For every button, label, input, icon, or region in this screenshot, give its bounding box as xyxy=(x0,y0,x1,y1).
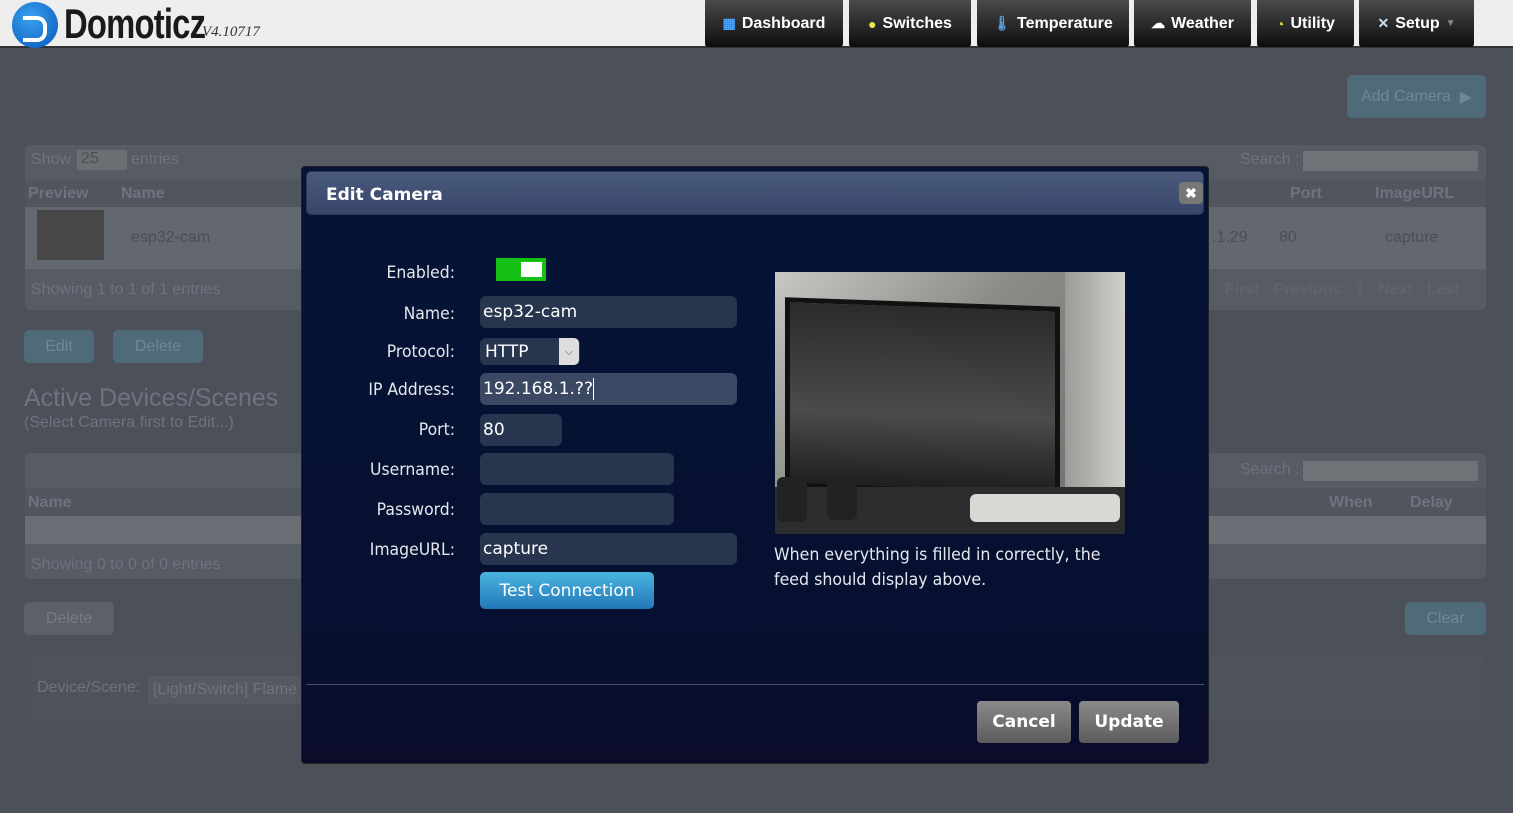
column-when[interactable]: When xyxy=(1329,494,1373,512)
page-next[interactable]: Next xyxy=(1378,281,1413,299)
nav-setup[interactable]: ✕ Setup ▼ xyxy=(1359,0,1474,47)
search-label-2: Search : xyxy=(1240,461,1300,478)
domoticz-logo-icon xyxy=(12,2,58,48)
nav-dashboard[interactable]: ▦ Dashboard xyxy=(705,0,843,47)
name-label: Name: xyxy=(403,304,455,324)
nav-weather[interactable]: ☁ Weather xyxy=(1134,0,1251,47)
imageurl-input[interactable]: capture xyxy=(480,533,737,565)
nav-label: Setup xyxy=(1395,14,1440,32)
device-scene-select[interactable]: [Light/Switch] Flame xyxy=(148,676,308,704)
dialog-title: Edit Camera xyxy=(326,185,443,205)
page-last[interactable]: Last xyxy=(1427,281,1460,299)
nav-switches[interactable]: ● Switches xyxy=(849,0,971,47)
tools-icon: ✕ xyxy=(1377,15,1390,31)
username-label: Username: xyxy=(370,460,455,480)
show-label: Show xyxy=(31,151,72,168)
column-name-2[interactable]: Name xyxy=(28,494,72,512)
section-title: Active Devices/Scenes xyxy=(24,384,279,412)
delete-camera-button[interactable]: Delete xyxy=(113,330,203,363)
password-label: Password: xyxy=(376,500,455,520)
cancel-button[interactable]: Cancel xyxy=(977,701,1071,743)
footer-divider xyxy=(306,684,1204,685)
thermometer-icon: 🌡 xyxy=(993,15,1012,31)
feed-caption: When everything is filled in correctly, … xyxy=(774,545,1101,590)
dialog-titlebar[interactable]: Edit Camera ✖ xyxy=(306,171,1204,215)
input-value: 192.168.1.?? xyxy=(483,379,593,399)
device-scene-label: Device/Scene: xyxy=(37,679,141,696)
cell-imageurl: capture xyxy=(1385,229,1439,246)
table-info-2: Showing 0 to 0 of 0 entries xyxy=(31,556,221,573)
cell-ip: .1.29 xyxy=(1212,229,1248,246)
nav-temperature[interactable]: 🌡 Temperature xyxy=(977,0,1129,47)
update-button[interactable]: Update xyxy=(1079,701,1179,743)
section-subtitle: (Select Camera first to Edit...) xyxy=(24,414,234,431)
add-camera-button[interactable]: Add Camera ▶ xyxy=(1347,75,1486,118)
caret-right-icon: ▶ xyxy=(1459,88,1473,106)
close-icon: ✖ xyxy=(1185,185,1197,201)
app-logo: Domoticz xyxy=(64,0,206,47)
port-label: Port: xyxy=(418,420,455,440)
entries-select[interactable]: 25 xyxy=(77,150,127,170)
column-imageurl[interactable]: ImageURL xyxy=(1375,185,1454,203)
column-name[interactable]: Name xyxy=(121,185,165,203)
camera-preview-thumbnail xyxy=(37,210,104,260)
ip-label: IP Address: xyxy=(368,380,455,400)
enabled-label: Enabled: xyxy=(386,263,455,283)
protocol-select[interactable]: HTTP ⌵ xyxy=(480,338,580,365)
entries-label: entries xyxy=(131,151,180,168)
caret-down-icon: ▼ xyxy=(1445,18,1456,29)
bulb-icon: ● xyxy=(868,15,877,32)
port-input[interactable]: 80 xyxy=(480,414,562,446)
cloud-rain-icon: ☁ xyxy=(1151,15,1166,31)
edit-camera-dialog: Edit Camera ✖ Enabled: Name: esp32-cam P… xyxy=(301,166,1209,764)
search-input[interactable] xyxy=(1303,151,1478,171)
camera-feed-image xyxy=(775,272,1125,534)
table-info: Showing 1 to 1 of 1 entries xyxy=(31,281,221,298)
button-label: Add Camera xyxy=(1360,87,1451,105)
close-button[interactable]: ✖ xyxy=(1179,182,1203,204)
enabled-toggle[interactable] xyxy=(496,258,546,281)
column-delay[interactable]: Delay xyxy=(1410,494,1453,512)
test-connection-button[interactable]: Test Connection xyxy=(480,572,654,609)
ip-input[interactable]: 192.168.1.?? xyxy=(480,373,737,405)
search-label: Search : xyxy=(1240,151,1300,168)
column-port[interactable]: Port xyxy=(1290,185,1322,203)
password-input[interactable] xyxy=(480,493,674,525)
pagination: First Previous 1 Next Last xyxy=(1225,281,1460,299)
nav-label: Utility xyxy=(1290,14,1335,32)
delete-device-button[interactable]: Delete xyxy=(24,602,114,635)
name-input[interactable]: esp32-cam xyxy=(480,296,737,328)
cell-port: 80 xyxy=(1279,229,1297,246)
nav-utility[interactable]: ◔ Utility xyxy=(1257,0,1354,47)
protocol-label: Protocol: xyxy=(386,342,455,362)
app-version: V4.10717 xyxy=(202,24,260,40)
gauge-icon: ◔ xyxy=(1276,15,1285,32)
edit-button[interactable]: Edit xyxy=(24,330,94,363)
dashboard-icon: ▦ xyxy=(722,15,736,31)
search-input-2[interactable] xyxy=(1303,461,1478,481)
page-previous[interactable]: Previous xyxy=(1274,281,1342,299)
nav-label: Switches xyxy=(882,14,952,32)
page-1[interactable]: 1 xyxy=(1355,281,1364,299)
nav-label: Dashboard xyxy=(741,14,826,32)
username-input[interactable] xyxy=(480,453,674,485)
chevron-down-icon: ⌵ xyxy=(559,338,579,365)
nav-label: Weather xyxy=(1171,14,1234,32)
cell-name: esp32-cam xyxy=(131,229,211,246)
imageurl-label: ImageURL: xyxy=(369,540,455,560)
page-first[interactable]: First xyxy=(1225,281,1260,299)
clear-button[interactable]: Clear xyxy=(1405,602,1486,635)
nav-label: Temperature xyxy=(1017,14,1113,32)
select-value: 25 xyxy=(81,150,99,167)
column-preview[interactable]: Preview xyxy=(28,185,88,203)
text-cursor xyxy=(592,378,594,400)
select-value: HTTP xyxy=(485,341,529,362)
